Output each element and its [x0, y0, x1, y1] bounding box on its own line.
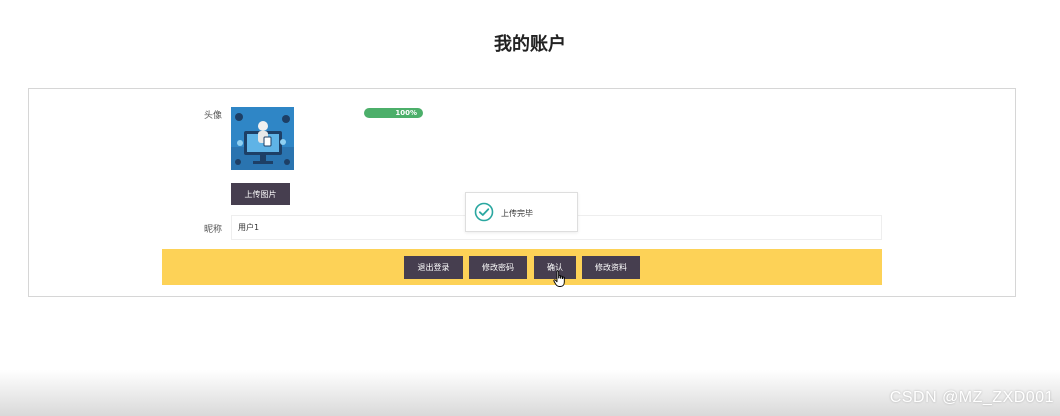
logout-button[interactable]: 退出登录	[404, 256, 463, 279]
nickname-label: 昵称	[203, 225, 222, 235]
action-bar: 退出登录 修改密码 确认 修改资料	[162, 249, 882, 285]
upload-progress-bar: 100%	[364, 108, 423, 118]
watermark: CSDN @MZ_ZXD001	[889, 389, 1054, 406]
avatar	[231, 107, 294, 170]
edit-profile-button[interactable]: 修改资料	[582, 256, 640, 279]
upload-image-button[interactable]: 上传图片	[231, 183, 290, 205]
page-title: 我的账户	[494, 34, 566, 55]
upload-toast: 上传完毕	[465, 192, 578, 232]
hand-cursor-icon	[553, 270, 567, 288]
toast-message: 上传完毕	[501, 209, 533, 218]
avatar-label: 头像	[203, 111, 222, 121]
check-circle-icon	[474, 202, 494, 222]
change-password-button[interactable]: 修改密码	[469, 256, 527, 279]
